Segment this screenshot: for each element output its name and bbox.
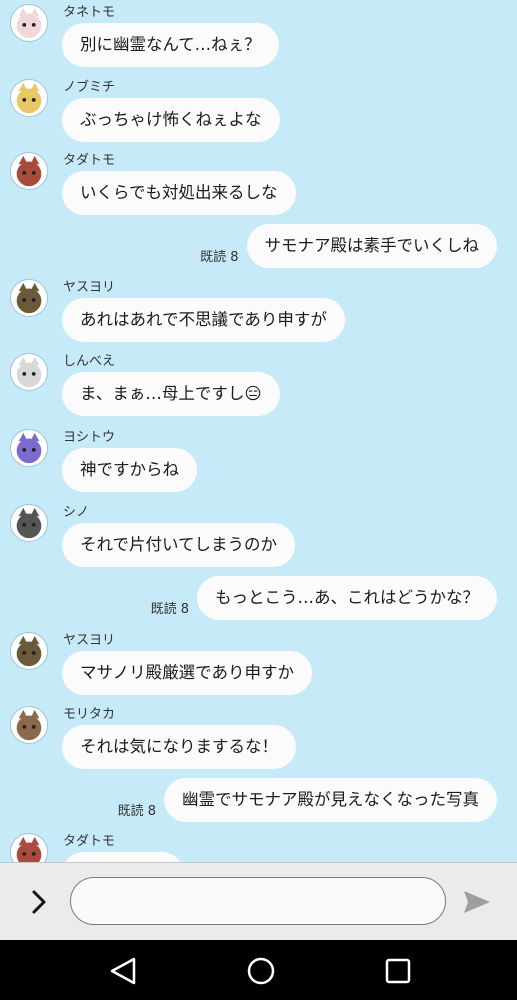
message-bubble[interactable]: 別に幽霊なんて…ねぇ？ [62, 23, 279, 67]
read-receipt: 既読 8 [200, 250, 239, 265]
incoming-message: シノそれで片付いてしまうのか [0, 504, 517, 567]
message-bubble[interactable]: もっとこう…あ、これはどうかな？ [197, 576, 497, 620]
message-bubble[interactable]: マサノリ殿厳選であり申すか [62, 651, 313, 695]
avatar[interactable] [10, 706, 48, 744]
avatar[interactable] [10, 152, 48, 190]
outgoing-message: もっとこう…あ、これはどうかな？ 既読 8 [0, 576, 517, 638]
chevron-right-icon[interactable] [24, 887, 54, 917]
incoming-message: モリタカそれは気になりまするな！ [0, 706, 517, 769]
message-bubble[interactable]: いくらでも対処出来るしな [62, 171, 296, 215]
avatar[interactable] [10, 79, 48, 117]
avatar[interactable] [10, 504, 48, 542]
message-bubble[interactable]: 神ですからね [62, 448, 197, 492]
message-bubble[interactable]: それで片付いてしまうのか [62, 523, 296, 567]
sender-name: タダトモ [63, 834, 116, 849]
sender-name: しんべえ [63, 354, 116, 369]
message-input[interactable] [70, 877, 446, 925]
back-triangle-icon[interactable] [106, 954, 140, 988]
outgoing-message: サモナア殿は素手でいくしね 既読 8 [0, 224, 517, 286]
sender-name: ヤスヨリ [63, 280, 116, 295]
sender-name: ヨシトウ [63, 430, 116, 445]
avatar[interactable] [10, 353, 48, 391]
system-navigation-bar [0, 940, 517, 1000]
avatar[interactable] [10, 279, 48, 317]
incoming-message: タダトモ [0, 833, 517, 862]
sender-name: タダトモ [63, 153, 116, 168]
message-bubble[interactable]: あれはあれで不思議であり申すが [62, 298, 345, 342]
incoming-message: タダトモいくらでも対処出来るしな [0, 152, 517, 215]
avatar[interactable] [10, 429, 48, 467]
message-bubble[interactable] [62, 852, 184, 862]
message-bubble[interactable]: ぶっちゃけ怖くねぇよな [62, 98, 280, 142]
recents-square-icon[interactable] [381, 954, 415, 988]
sender-name: タネトモ [63, 5, 116, 20]
outgoing-message: 幽霊でサモナア殿が見えなくなった写真 既読 8 [0, 778, 517, 840]
sender-name: ヤスヨリ [63, 633, 116, 648]
incoming-message: タネトモ別に幽霊なんて…ねぇ？ [0, 4, 517, 67]
incoming-message: ヨシトウ神ですからね [0, 429, 517, 492]
message-bubble[interactable]: 幽霊でサモナア殿が見えなくなった写真 [164, 778, 497, 822]
incoming-message: ノブミチぶっちゃけ怖くねぇよな [0, 79, 517, 142]
sender-name: ノブミチ [63, 80, 116, 95]
avatar[interactable] [10, 4, 48, 42]
incoming-message: しんべえま、まぁ…母上ですし😑 [0, 353, 517, 416]
sender-name: シノ [63, 505, 90, 520]
avatar[interactable] [10, 833, 48, 862]
message-input-bar [0, 862, 517, 940]
chat-area[interactable]: タネトモ 別に幽霊なんて…ねぇ？ ノブミチ ぶっちゃけ怖くねぇよな タダトモ いくらでも対… [0, 0, 517, 862]
message-bubble[interactable]: サモナア殿は素手でいくしね [246, 224, 497, 268]
message-bubble[interactable]: それは気になりまするな！ [62, 725, 296, 769]
read-receipt: 既読 8 [117, 804, 156, 819]
read-receipt: 既読 8 [150, 602, 189, 617]
home-circle-icon[interactable] [244, 954, 278, 988]
sender-name: モリタカ [63, 707, 116, 722]
avatar[interactable] [10, 632, 48, 670]
incoming-message: ヤスヨリあれはあれで不思議であり申すが [0, 279, 517, 342]
incoming-message: ヤスヨリマサノリ殿厳選であり申すか [0, 632, 517, 695]
message-bubble[interactable]: ま、まぁ…母上ですし😑 [62, 372, 280, 416]
send-icon[interactable] [462, 889, 492, 915]
